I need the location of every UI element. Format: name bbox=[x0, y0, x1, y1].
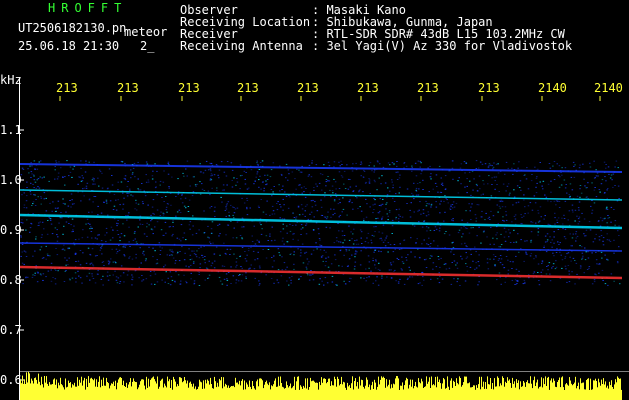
spectrogram-plot bbox=[19, 78, 629, 400]
signal-trace bbox=[19, 189, 623, 201]
spectrogram-window: HROFFT UT2506182130.pn meteor 25.06.18 2… bbox=[0, 0, 629, 400]
signal-trace bbox=[19, 265, 623, 280]
x-tick-marks bbox=[59, 96, 601, 101]
noise-floor bbox=[20, 371, 629, 400]
noise-band bbox=[20, 160, 622, 286]
signal-trace bbox=[19, 163, 623, 173]
